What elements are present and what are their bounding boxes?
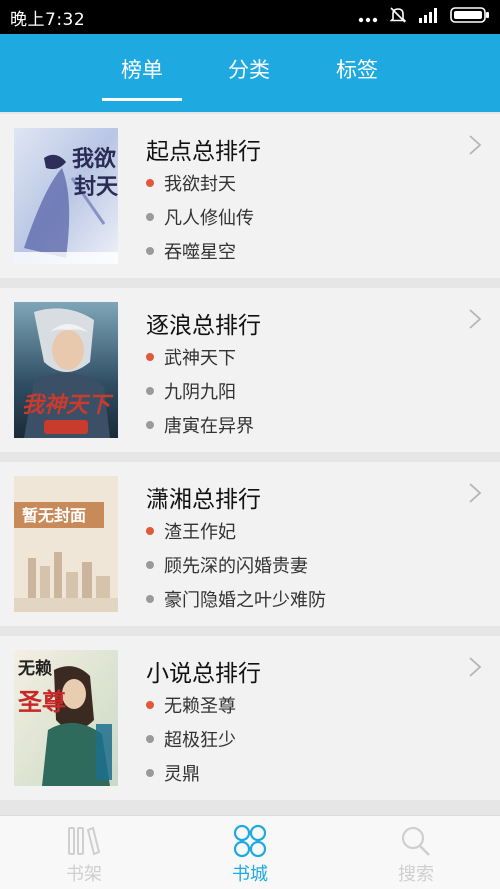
- rank-dot: [146, 595, 154, 603]
- book-title: 唐寅在异界: [164, 416, 254, 437]
- status-icons: [358, 5, 490, 29]
- nav-bookshelf[interactable]: 书架: [34, 824, 134, 886]
- chevron-right-icon: [468, 482, 482, 508]
- rank-dot-first: [146, 701, 154, 709]
- book-title: 凡人修仙传: [164, 208, 254, 229]
- mute-bell-icon: [388, 5, 408, 29]
- ranking-card-xiaoxiang[interactable]: 暂无封面 潇湘总排行 渣王作妃 顾先深的闪婚贵妻 豪门隐婚之叶少难防: [0, 462, 500, 626]
- rank-dot-first: [146, 353, 154, 361]
- ranking-title: 逐浪总排行: [146, 313, 261, 339]
- book-title: 九阴九阳: [164, 382, 236, 403]
- top-tab-bar: 榜单 分类 标签: [0, 34, 500, 112]
- ranking-book-1[interactable]: 无赖圣尊: [146, 692, 236, 718]
- svg-text:无赖: 无赖: [17, 658, 52, 679]
- ranking-book-1[interactable]: 武神天下: [146, 344, 236, 370]
- ranking-book-3[interactable]: 唐寅在异界: [146, 412, 254, 438]
- book-title: 我欲封天: [164, 174, 236, 195]
- book-title: 武神天下: [164, 348, 236, 369]
- search-icon: [366, 824, 466, 858]
- status-time: 晚上7:32: [10, 9, 86, 30]
- bookshelf-icon: [34, 824, 134, 858]
- ranking-book-2[interactable]: 顾先深的闪婚贵妻: [146, 552, 308, 578]
- ranking-book-2[interactable]: 九阴九阳: [146, 378, 236, 404]
- ranking-card-zhulang[interactable]: 我神天下 逐浪总排行 武神天下 九阴九阳 唐寅在异界: [0, 288, 500, 452]
- ranking-book-1[interactable]: 渣王作妃: [146, 518, 236, 544]
- bookstore-icon: [200, 824, 300, 858]
- book-cover-placeholder: 暂无封面: [14, 476, 118, 612]
- chevron-right-icon: [468, 656, 482, 682]
- rank-dot-first: [146, 527, 154, 535]
- more-dots-icon: [358, 8, 378, 27]
- no-cover-text: 暂无封面: [22, 506, 86, 525]
- svg-text:圣尊: 圣尊: [18, 687, 66, 716]
- rank-dot: [146, 247, 154, 255]
- signal-icon: [418, 7, 440, 27]
- book-title: 灵鼎: [164, 764, 200, 785]
- svg-text:我欲: 我欲: [72, 146, 116, 172]
- svg-text:封天: 封天: [74, 174, 118, 200]
- rank-dot: [146, 561, 154, 569]
- ranking-book-3[interactable]: 吞噬星空: [146, 238, 236, 264]
- tab-rankings[interactable]: 榜单: [121, 54, 163, 84]
- nav-label: 书城: [232, 864, 268, 885]
- ranking-card-xiaoshuo[interactable]: 无赖 圣尊 小说总排行 无赖圣尊 超极狂少 灵鼎: [0, 636, 500, 800]
- book-cover: 无赖 圣尊: [14, 650, 118, 786]
- ranking-book-3[interactable]: 灵鼎: [146, 760, 200, 786]
- rank-dot: [146, 769, 154, 777]
- ranking-title: 小说总排行: [146, 661, 261, 687]
- svg-text:我神天下: 我神天下: [22, 392, 114, 418]
- ranking-title: 起点总排行: [146, 139, 261, 165]
- chevron-right-icon: [468, 308, 482, 334]
- active-tab-indicator: [102, 98, 182, 101]
- status-bar: 晚上7:32: [0, 0, 500, 34]
- book-title: 豪门隐婚之叶少难防: [164, 590, 326, 611]
- ranking-book-2[interactable]: 超极狂少: [146, 726, 236, 752]
- book-title: 无赖圣尊: [164, 696, 236, 717]
- book-cover: 我欲 封天: [14, 128, 118, 264]
- nav-label: 搜索: [398, 864, 434, 885]
- nav-search[interactable]: 搜索: [366, 824, 466, 886]
- ranking-book-3[interactable]: 豪门隐婚之叶少难防: [146, 586, 326, 612]
- ranking-title: 潇湘总排行: [146, 487, 261, 513]
- rank-dot: [146, 387, 154, 395]
- rank-dot-first: [146, 179, 154, 187]
- nav-label: 书架: [66, 864, 102, 885]
- book-title: 顾先深的闪婚贵妻: [164, 556, 308, 577]
- book-cover: 我神天下: [14, 302, 118, 438]
- tab-categories[interactable]: 分类: [228, 54, 270, 84]
- rank-dot: [146, 735, 154, 743]
- bottom-nav-bar: 书架 书城 搜索: [0, 815, 500, 889]
- ranking-book-2[interactable]: 凡人修仙传: [146, 204, 254, 230]
- tab-tags[interactable]: 标签: [336, 54, 378, 84]
- book-title: 渣王作妃: [164, 522, 236, 543]
- book-title: 超极狂少: [164, 730, 236, 751]
- rank-dot: [146, 213, 154, 221]
- chevron-right-icon: [468, 134, 482, 160]
- ranking-book-1[interactable]: 我欲封天: [146, 170, 236, 196]
- book-title: 吞噬星空: [164, 242, 236, 263]
- ranking-card-qidian[interactable]: 我欲 封天 起点总排行 我欲封天 凡人修仙传 吞噬星空: [0, 114, 500, 278]
- battery-icon: [450, 7, 490, 27]
- rank-dot: [146, 421, 154, 429]
- nav-bookstore[interactable]: 书城: [200, 824, 300, 886]
